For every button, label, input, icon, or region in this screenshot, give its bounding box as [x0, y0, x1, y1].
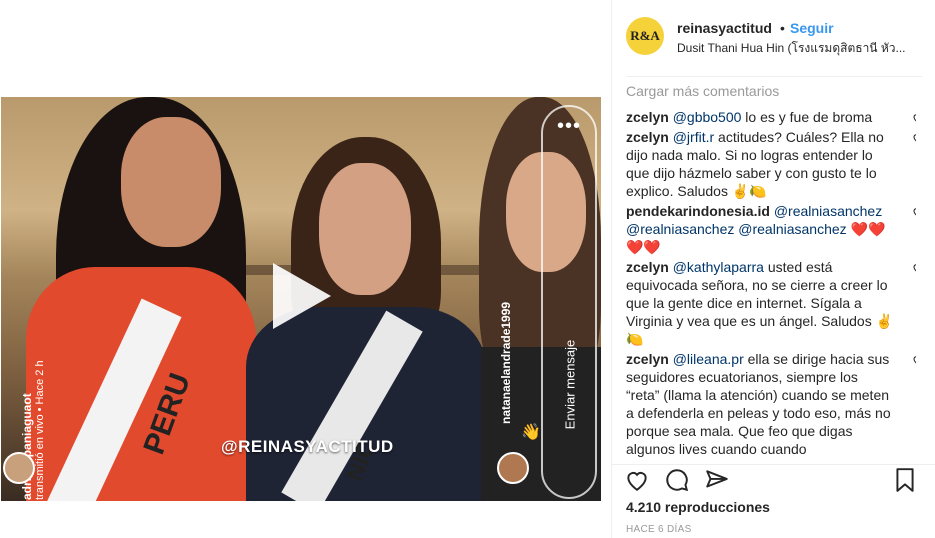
post-timestamp[interactable]: HACE 6 DÍAS [626, 524, 692, 535]
live-user-right[interactable]: natanaelandrade1999 [499, 274, 513, 424]
comment-user[interactable]: zcelyn [626, 259, 669, 275]
heart-icon[interactable] [912, 260, 916, 272]
follow-button[interactable]: Seguir [790, 20, 834, 36]
comment-mention[interactable]: @jrfit.r [673, 129, 714, 145]
comment-mention[interactable]: @kathylaparra [673, 259, 764, 275]
media-pane: PERU NIC @REINASYACTITUD adrianapaniagua… [0, 0, 611, 538]
post-header: R&A reinasyactitud • Seguir Dusit Thani … [612, 0, 935, 76]
load-more-comments[interactable]: Cargar más comentarios [626, 83, 779, 99]
person-left-face [121, 117, 221, 247]
account-avatar[interactable]: R&A [626, 17, 664, 55]
more-dots-icon[interactable]: ••• [543, 116, 595, 136]
bookmark-icon[interactable] [892, 467, 918, 493]
heart-icon[interactable] [912, 130, 916, 142]
share-icon[interactable] [704, 467, 730, 493]
comment-mention[interactable]: @gbbo500 [673, 109, 742, 125]
send-message-label: Enviar mensaje [562, 339, 578, 430]
account-name[interactable]: reinasyactitud [677, 20, 772, 36]
live-status-left: transmitió en vivo • Hace 2 h [34, 360, 46, 500]
comment-icon[interactable] [664, 467, 690, 493]
video-player[interactable]: PERU NIC @REINASYACTITUD adrianapaniagua… [1, 97, 601, 501]
comment-user[interactable]: zcelyn [626, 351, 669, 367]
comment: pendekarindonesia.id @realniasanchez @re… [626, 202, 916, 256]
comment: zcelyn @jrfit.r actitudes? Cuáles? Ella … [626, 128, 916, 200]
person-middle-face [319, 163, 411, 295]
comment-user[interactable]: zcelyn [626, 129, 669, 145]
separator-dot: • [780, 20, 785, 36]
action-bar [612, 464, 935, 495]
avatar-left[interactable] [3, 452, 35, 484]
comment-user[interactable]: zcelyn [626, 109, 669, 125]
header-divider [626, 76, 922, 77]
wave-emoji-icon: 👋 [521, 424, 541, 441]
views-count[interactable]: 4.210 reproducciones [626, 499, 770, 515]
heart-icon[interactable] [624, 467, 650, 493]
location-link[interactable]: Dusit Thani Hua Hin (โรงแรมดุสิตธานี หัว… [677, 39, 917, 58]
heart-icon[interactable] [912, 352, 916, 364]
heart-icon[interactable] [912, 204, 916, 216]
heart-icon[interactable] [912, 110, 916, 122]
post-sidebar: R&A reinasyactitud • Seguir Dusit Thani … [611, 0, 935, 538]
comment-user[interactable]: pendekarindonesia.id [626, 203, 770, 219]
video-watermark: @REINASYACTITUD [221, 437, 394, 456]
comment: zcelyn @kathylaparra usted está equivoca… [626, 258, 916, 348]
avatar-right[interactable] [497, 452, 529, 484]
comment: zcelyn @gbbo500 lo es y fue de broma [626, 108, 916, 126]
comment-text: lo es y fue de broma [741, 109, 873, 125]
play-icon[interactable] [273, 263, 331, 329]
comment: zcelyn @lileana.pr ella se dirige hacia … [626, 350, 916, 458]
comments-list: zcelyn @gbbo500 lo es y fue de broma zce… [626, 108, 916, 464]
send-message-pill[interactable]: ••• Enviar mensaje [541, 105, 597, 499]
comment-mention[interactable]: @lileana.pr [673, 351, 744, 367]
